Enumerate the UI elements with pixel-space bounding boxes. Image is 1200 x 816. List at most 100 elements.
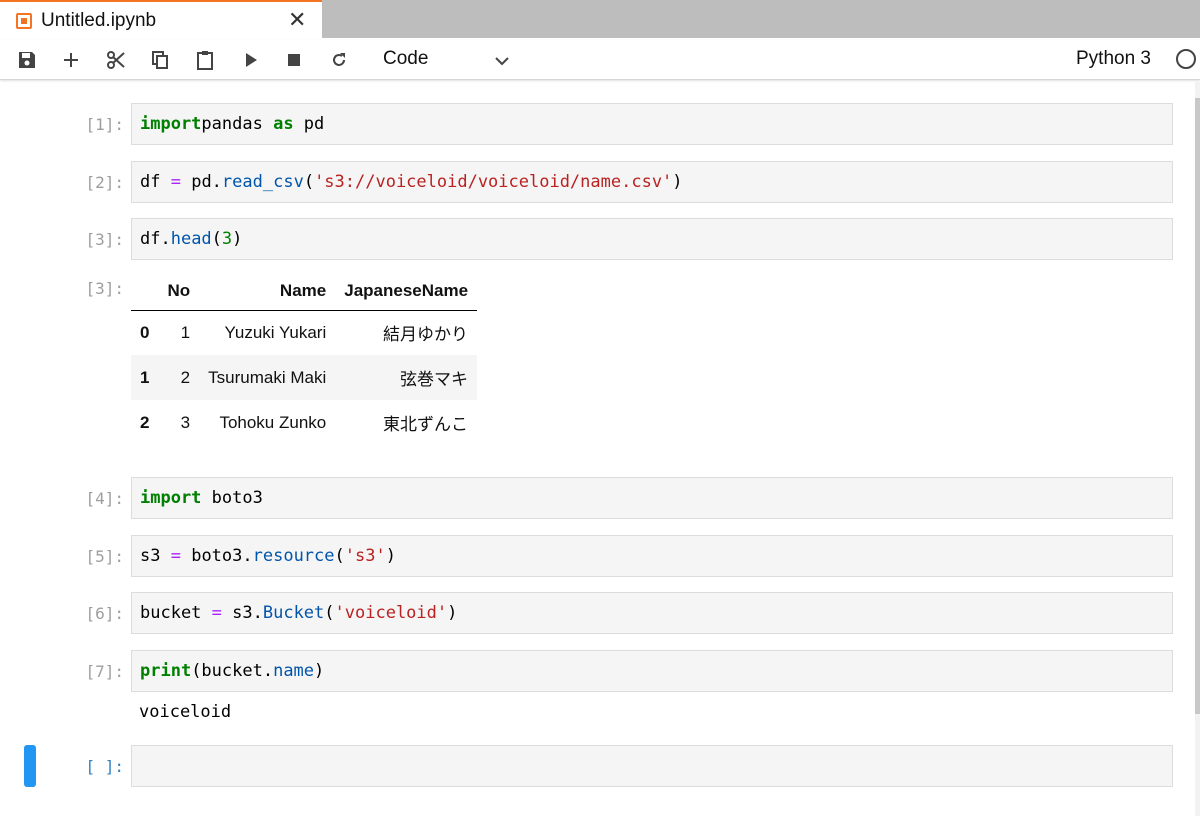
- code-cell[interactable]: importpandas as pd: [131, 103, 1173, 145]
- table-cell: 2: [180, 367, 191, 387]
- cell-prompt: [4]:: [85, 489, 124, 508]
- code-token: boto3: [201, 488, 263, 508]
- code-cell[interactable]: bucket = s3.Bucket('voiceloid'): [131, 592, 1173, 634]
- code-cell[interactable]: df.head(3): [131, 218, 1173, 260]
- code-cell[interactable]: print(bucket.name): [131, 650, 1173, 692]
- code-token: pandas: [201, 114, 263, 134]
- code-line[interactable]: bucket = s3.Bucket('voiceloid'): [140, 603, 457, 623]
- table-header: [131, 272, 159, 311]
- table-cell: 結月ゆかり: [383, 325, 469, 345]
- stop-icon: [288, 54, 300, 66]
- code-token: boto3.: [180, 546, 253, 566]
- notebook-icon: [16, 13, 32, 29]
- code-token: df: [140, 172, 171, 192]
- chevron-down-icon[interactable]: [494, 53, 510, 69]
- paste-icon: [197, 51, 213, 70]
- code-token: (: [334, 546, 345, 566]
- code-line[interactable]: print(bucket.name): [140, 661, 324, 681]
- table-cell: Tsurumaki Maki: [208, 367, 327, 387]
- run-icon: [246, 53, 257, 67]
- code-token: (bucket.: [191, 661, 274, 681]
- add-cell-button[interactable]: [58, 48, 84, 72]
- table-cell: 東北ずんこ: [383, 415, 469, 434]
- code-token: =: [170, 546, 181, 566]
- code-cell-active[interactable]: [131, 745, 1173, 787]
- save-icon: [19, 52, 35, 68]
- code-line[interactable]: s3 = boto3.resource('s3'): [140, 546, 396, 566]
- table-row: 2 3 Tohoku Zunko 東北ずんこ: [131, 400, 477, 445]
- code-token: ): [385, 546, 396, 566]
- tab-notebook[interactable]: Untitled.ipynb ✕: [0, 0, 322, 40]
- table-row: 0 1 Yuzuki Yukari 結月ゆかり: [131, 310, 477, 355]
- stdout-output: voiceloid: [139, 702, 232, 722]
- table-header: JapaneseName: [335, 272, 478, 311]
- code-token: head: [170, 229, 212, 249]
- code-token: (: [211, 229, 222, 249]
- cut-icon: [107, 51, 125, 69]
- kernel-name[interactable]: Python 3: [1076, 48, 1151, 70]
- cell-prompt: [7]:: [85, 662, 124, 681]
- code-token: bucket: [140, 603, 212, 623]
- code-token: 3: [221, 229, 233, 249]
- code-token: resource: [252, 546, 335, 566]
- code-token: import: [140, 114, 202, 134]
- code-line[interactable]: importpandas as pd: [140, 114, 324, 134]
- cell-prompt: [6]:: [85, 604, 124, 623]
- cell-prompt: [3]:: [85, 230, 124, 249]
- code-token: read_csv: [221, 172, 304, 192]
- dataframe-output: No Name JapaneseName 0 1 Yuzuki Yukari 結…: [131, 272, 478, 445]
- code-cell[interactable]: s3 = boto3.resource('s3'): [131, 535, 1173, 577]
- code-cell[interactable]: import boto3: [131, 477, 1173, 519]
- scrollbar-thumb[interactable]: [1195, 98, 1200, 714]
- code-token: import: [140, 488, 202, 508]
- row-index: 1: [140, 367, 150, 387]
- code-line[interactable]: import boto3: [140, 488, 263, 508]
- code-token: 'voiceloid': [334, 603, 448, 623]
- table-header: No: [158, 272, 200, 311]
- run-button[interactable]: [238, 48, 264, 72]
- table-cell: 弦巻マキ: [400, 370, 469, 389]
- table-header-row: No Name JapaneseName: [131, 272, 478, 311]
- code-token: (: [303, 172, 315, 192]
- row-index: 0: [140, 322, 150, 342]
- add-icon: [64, 53, 78, 67]
- code-token: ): [314, 661, 325, 681]
- table-row: 1 2 Tsurumaki Maki 弦巻マキ: [131, 355, 478, 400]
- code-token: 's3://voiceloid/voiceloid/name.csv': [314, 172, 673, 192]
- active-cell-indicator: [24, 745, 36, 787]
- code-token: Bucket: [262, 603, 325, 623]
- table-cell: 3: [180, 412, 191, 432]
- copy-icon: [152, 51, 168, 69]
- code-token: pd: [293, 114, 325, 134]
- cell-prompt: [ ]:: [85, 757, 124, 776]
- code-token: ): [447, 603, 458, 623]
- cell-prompt: [1]:: [85, 115, 124, 134]
- restart-button[interactable]: [326, 48, 352, 72]
- code-token: ): [672, 172, 683, 192]
- table-cell: Tohoku Zunko: [219, 412, 327, 432]
- cell-prompt: [5]:: [85, 547, 124, 566]
- code-token: name: [273, 661, 315, 681]
- copy-button[interactable]: [147, 48, 173, 72]
- code-token: 's3': [344, 546, 386, 566]
- code-cell[interactable]: df = pd.read_csv('s3://voiceloid/voicelo…: [131, 161, 1173, 203]
- cut-button[interactable]: [103, 48, 129, 72]
- code-line[interactable]: df.head(3): [140, 229, 242, 249]
- code-token: (: [324, 603, 335, 623]
- notebook-toolbar: Code Python 3: [0, 40, 1200, 80]
- code-token: as: [262, 114, 294, 134]
- code-token: df.: [140, 229, 171, 249]
- code-token: pd.: [180, 172, 222, 192]
- cell-prompt: [2]:: [85, 173, 124, 192]
- save-button[interactable]: [14, 48, 40, 72]
- restart-icon: [333, 53, 345, 66]
- code-token: print: [140, 661, 192, 681]
- table-header: Name: [199, 272, 336, 311]
- code-line[interactable]: df = pd.read_csv('s3://voiceloid/voicelo…: [140, 172, 683, 192]
- code-token: ): [232, 229, 243, 249]
- table-cell: 1: [180, 322, 191, 342]
- paste-button[interactable]: [192, 48, 218, 72]
- stop-button[interactable]: [281, 48, 307, 72]
- close-icon[interactable]: ✕: [288, 8, 306, 32]
- code-token: s3.: [221, 603, 263, 623]
